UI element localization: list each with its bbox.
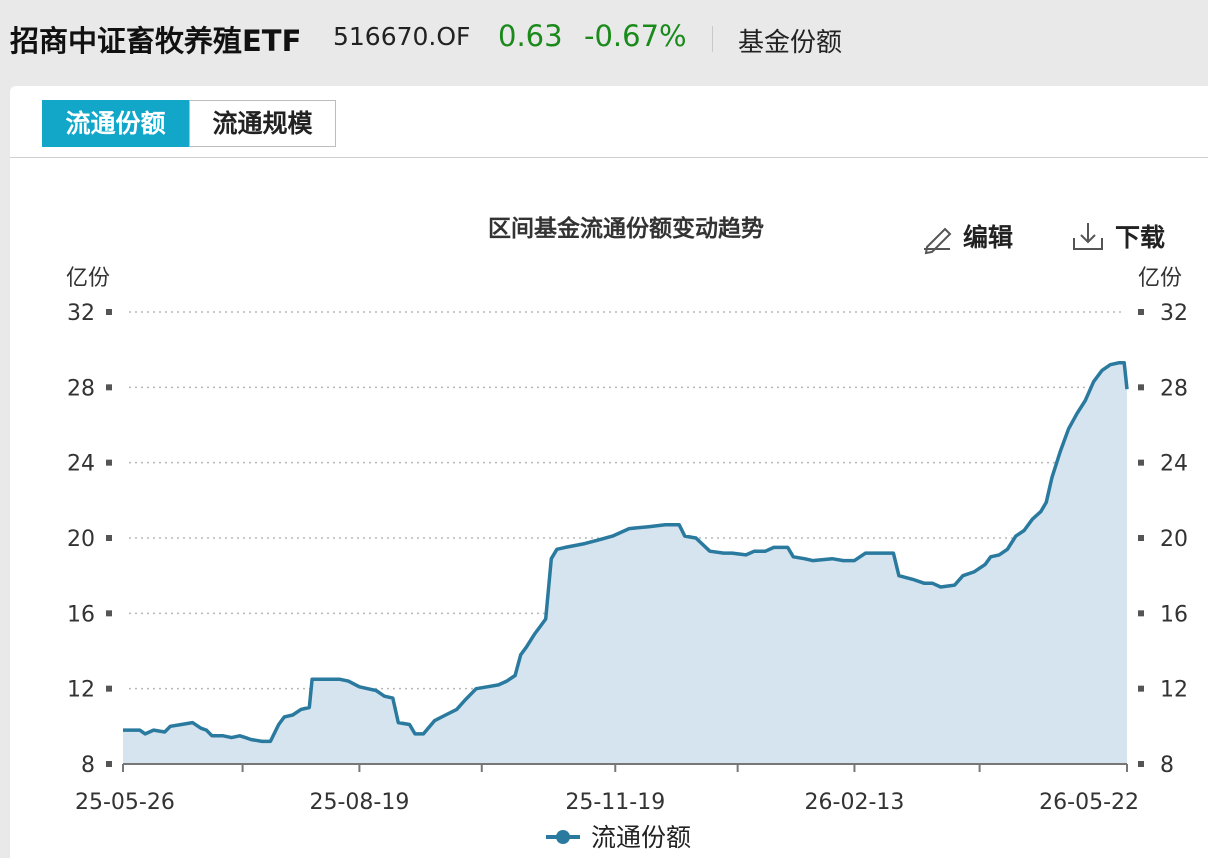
edit-label: 编辑 bbox=[963, 223, 1013, 252]
download-icon bbox=[1073, 223, 1103, 250]
y-tick-label-left: 20 bbox=[67, 527, 95, 552]
x-tick-label: 25-08-19 bbox=[309, 790, 409, 815]
y-tick-label-right: 28 bbox=[1160, 376, 1188, 401]
y-tick-label-left: 24 bbox=[67, 452, 95, 477]
x-tick-label: 25-11-19 bbox=[565, 790, 665, 815]
x-tick-label: 25-05-26 bbox=[75, 790, 175, 815]
chart-panel: 流通份额 流通规模 区间基金流通份额变动趋势 编辑 下载 亿份 亿份 8 8 12 1… bbox=[10, 86, 1208, 858]
y-tick-mark-right bbox=[1138, 384, 1144, 391]
legend-label: 流通份额 bbox=[591, 823, 691, 852]
series-area-layer bbox=[123, 361, 1129, 764]
y-tick-mark-left bbox=[106, 459, 112, 466]
y-tick-label-right: 32 bbox=[1160, 301, 1188, 326]
y-tick-label-right: 12 bbox=[1160, 678, 1188, 703]
y-tick-label-right: 8 bbox=[1160, 753, 1174, 778]
tab-fund-shares[interactable]: 基金份额 bbox=[738, 22, 842, 59]
legend-dot-marker bbox=[556, 830, 570, 844]
download-label: 下载 bbox=[1115, 223, 1165, 252]
chart-title: 区间基金流通份额变动趋势 bbox=[488, 215, 764, 242]
y-tick-mark-left bbox=[106, 309, 112, 315]
pencil-icon bbox=[924, 227, 952, 255]
y-tick-mark-left bbox=[106, 685, 112, 692]
fund-price: 0.63 bbox=[498, 19, 563, 53]
fund-header: 招商中证畜牧养殖ETF 516670.OF 0.63 -0.67% 基金份额 bbox=[0, 0, 1208, 86]
header-divider bbox=[712, 26, 713, 52]
y-tick-label-right: 20 bbox=[1160, 527, 1188, 552]
edit-button[interactable]: 编辑 bbox=[924, 223, 1013, 255]
download-button[interactable]: 下载 bbox=[1073, 223, 1165, 252]
y-tick-mark-right bbox=[1138, 309, 1144, 315]
y-tick-mark-right bbox=[1138, 685, 1144, 692]
y-tick-label-right: 16 bbox=[1160, 602, 1188, 627]
chart: 区间基金流通份额变动趋势 编辑 下载 亿份 亿份 8 8 12 12 16 16 20 20 2… bbox=[66, 215, 1188, 852]
series-area-fill bbox=[123, 362, 1127, 764]
fund-code: 516670.OF bbox=[333, 22, 471, 51]
y-tick-label-right: 24 bbox=[1160, 452, 1188, 477]
y-tick-mark-right bbox=[1138, 610, 1144, 617]
y-tick-mark-left bbox=[106, 535, 112, 541]
y-tick-label-left: 28 bbox=[67, 376, 95, 401]
y-tick-label-left: 32 bbox=[67, 301, 95, 326]
y-tick-mark-right bbox=[1138, 459, 1144, 466]
x-tick-label: 26-02-13 bbox=[805, 790, 905, 815]
y-tick-label-left: 16 bbox=[67, 602, 95, 627]
fund-name: 招商中证畜牧养殖ETF bbox=[10, 24, 302, 58]
x-tick-label: 26-05-22 bbox=[1039, 790, 1139, 815]
y-axis-title-right: 亿份 bbox=[1138, 266, 1182, 291]
y-tick-label-left: 12 bbox=[67, 678, 95, 703]
fund-change-percent: -0.67% bbox=[584, 19, 687, 53]
y-axis-title-left: 亿份 bbox=[66, 266, 110, 291]
y-tick-mark-right bbox=[1138, 761, 1144, 767]
legend[interactable]: 流通份额 bbox=[546, 823, 691, 852]
y-tick-mark-left bbox=[106, 761, 112, 767]
y-tick-mark-left bbox=[106, 384, 112, 391]
y-tick-mark-left bbox=[106, 610, 112, 617]
y-tick-label-left: 8 bbox=[81, 753, 95, 778]
y-tick-mark-right bbox=[1138, 535, 1144, 541]
